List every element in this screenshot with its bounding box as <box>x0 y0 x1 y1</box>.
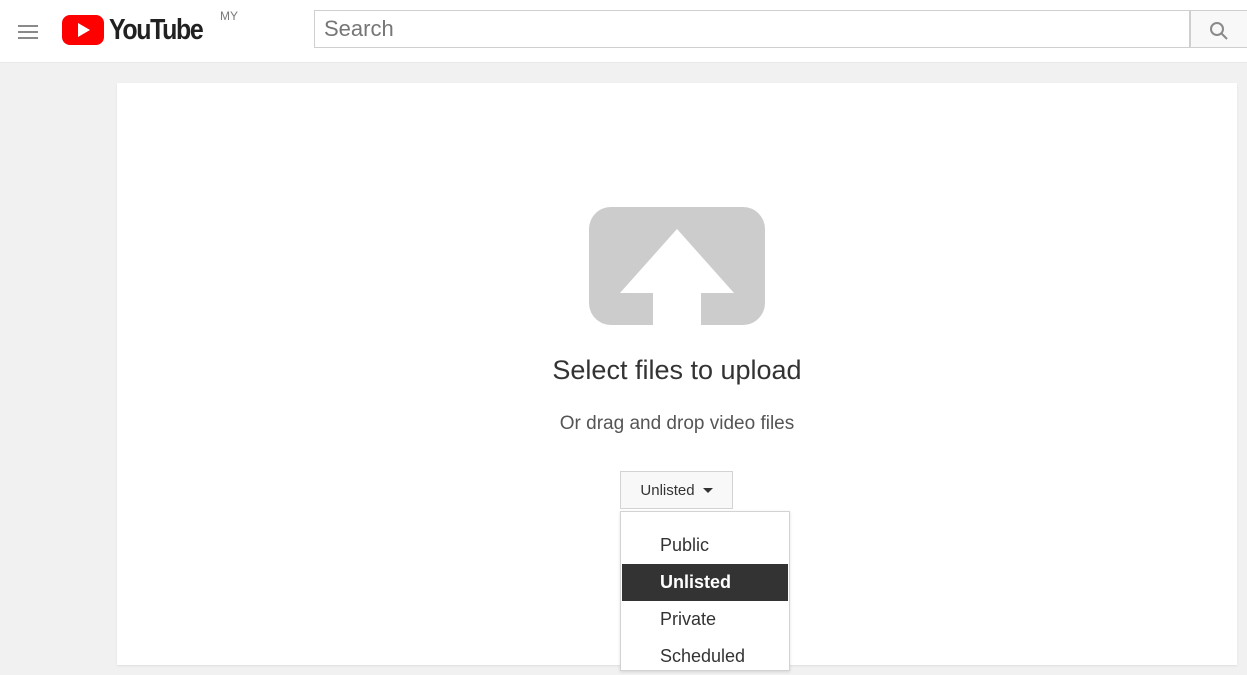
hamburger-menu-icon[interactable] <box>18 25 38 40</box>
caret-down-icon <box>702 487 713 493</box>
logo-text: YouTube <box>109 14 204 46</box>
search-icon <box>1210 22 1228 40</box>
upload-panel[interactable]: Select files to upload Or drag and drop … <box>117 83 1237 671</box>
search-button[interactable] <box>1190 10 1247 48</box>
privacy-option-private[interactable]: Private <box>622 601 788 638</box>
search-placeholder: Search <box>324 16 394 41</box>
privacy-option-scheduled[interactable]: Scheduled <box>622 638 788 675</box>
upload-title: Select files to upload <box>552 355 802 385</box>
logo-region-code: MY <box>220 9 238 23</box>
youtube-logo[interactable]: YouTube <box>62 12 218 48</box>
privacy-option-public[interactable]: Public <box>622 527 788 564</box>
privacy-option-unlisted[interactable]: Unlisted <box>622 564 788 601</box>
privacy-dropdown-button[interactable]: Unlisted <box>620 471 733 509</box>
upload-subtitle: Or drag and drop video files <box>559 413 795 434</box>
search-input[interactable]: Search <box>314 10 1190 48</box>
upload-arrow-icon[interactable] <box>589 207 765 325</box>
privacy-dropdown-menu: Public Unlisted Private Scheduled <box>620 511 790 671</box>
youtube-play-icon <box>62 15 104 45</box>
masthead: YouTube MY Search <box>0 0 1247 63</box>
privacy-selected-label: Unlisted <box>640 481 695 499</box>
